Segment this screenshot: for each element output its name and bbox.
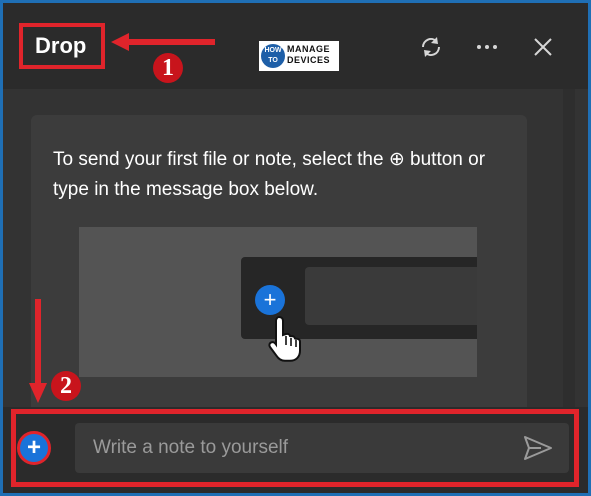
refresh-icon xyxy=(422,37,440,57)
note-input[interactable] xyxy=(75,423,495,473)
close-icon xyxy=(534,38,552,56)
title-bar: Drop 1 HOW TO MANAGE DEVICES xyxy=(3,3,588,89)
logo-line-2: DEVICES xyxy=(287,55,331,65)
logo-manage: MANAGE DEVICES xyxy=(287,44,330,66)
title-highlight-box xyxy=(19,23,105,69)
hand-cursor-icon xyxy=(268,315,301,362)
close-button[interactable] xyxy=(527,31,559,63)
illustration-input xyxy=(305,267,477,325)
compose-bar: + xyxy=(3,407,588,493)
illustration-plus-icon: + xyxy=(255,285,285,315)
more-options-button[interactable] xyxy=(471,31,503,63)
instruction-text: To send your first file or note, select … xyxy=(53,149,486,200)
message-area: To send your first file or note, select … xyxy=(3,89,588,415)
logo-how-to: HOW TO xyxy=(261,44,285,68)
more-icon xyxy=(477,45,497,49)
send-button[interactable] xyxy=(521,433,555,463)
note-input-container xyxy=(75,423,569,473)
onboarding-illustration: + xyxy=(79,227,477,377)
scrollbar-track[interactable] xyxy=(563,89,575,407)
drop-window: Drop 1 HOW TO MANAGE DEVICES To send you… xyxy=(0,0,591,496)
callout-number-2: 2 xyxy=(51,371,81,401)
onboarding-card: To send your first file or note, select … xyxy=(31,115,527,415)
callout-arrow-1 xyxy=(111,33,215,51)
callout-number-1: 1 xyxy=(153,53,183,83)
add-attachment-button[interactable]: + xyxy=(17,431,51,465)
logo-line-1: MANAGE xyxy=(287,44,330,54)
refresh-button[interactable] xyxy=(415,31,447,63)
callout-arrow-2 xyxy=(29,299,47,403)
send-icon xyxy=(524,436,552,460)
plus-icon: + xyxy=(26,434,41,461)
watermark-logo: HOW TO MANAGE DEVICES xyxy=(259,41,339,71)
